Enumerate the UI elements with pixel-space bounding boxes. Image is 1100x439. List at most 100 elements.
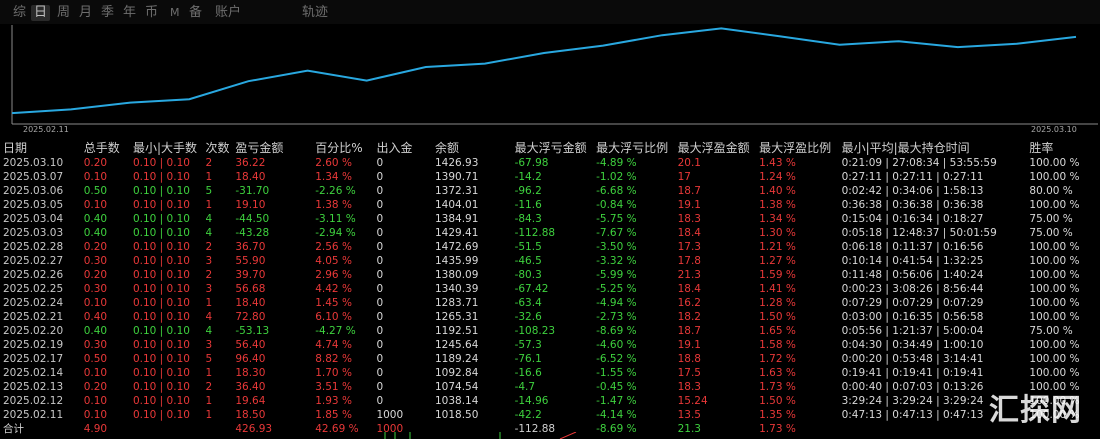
cell-win-rate: 100.00 %	[1029, 311, 1080, 323]
tab-monthly[interactable]: 月	[79, 5, 92, 21]
cell-max-float-profit: 20.1	[677, 157, 701, 169]
cell-deposit: 0	[376, 269, 384, 281]
table-row[interactable]: 2025.03.03 0.40 0.10 | 0.10 4 -43.28 -2.94 % 0…	[0, 226, 1100, 240]
table-row[interactable]: 2025.02.19 0.30 0.10 | 0.10 3 56.40 4.74 % 0 12…	[0, 338, 1100, 352]
cell-max-float-profit-pct: 1.28 %	[759, 297, 796, 309]
equity-chart: 2025.02.11 2025.03.10	[8, 24, 1098, 136]
header-total-lots[interactable]: 总手数	[81, 140, 130, 156]
table-row[interactable]: 2025.02.20 0.40 0.10 | 0.10 4 -53.13 -4.27 % 0…	[0, 324, 1100, 338]
cell-max-float-profit-pct: 1.34 %	[759, 213, 796, 225]
cell-win-rate: 100.00 %	[1029, 269, 1080, 281]
cell-deposit: 0	[376, 325, 384, 337]
table-row[interactable]: 2025.03.06 0.50 0.10 | 0.10 5 -31.70 -2.26 % 0…	[0, 184, 1100, 198]
table-row[interactable]: 2025.03.04 0.40 0.10 | 0.10 4 -44.50 -3.11 % 0…	[0, 212, 1100, 226]
cell-max-float-profit-pct: 1.21 %	[759, 241, 796, 253]
table-row[interactable]: 2025.02.25 0.30 0.10 | 0.10 3 56.68 4.42 % 0 13…	[0, 282, 1100, 296]
cell-max-float-loss: -14.96	[514, 395, 549, 407]
cell-count: 1	[205, 199, 213, 211]
header-win-rate[interactable]: 胜率	[1026, 140, 1100, 156]
table-row[interactable]: 2025.02.13 0.20 0.10 | 0.10 2 36.40 3.51 % 0 10…	[0, 380, 1100, 394]
table-row[interactable]: 2025.02.14 0.10 0.10 | 0.10 1 18.30 1.70 % 0 10…	[0, 366, 1100, 380]
table-row[interactable]: 2025.02.11 0.10 0.10 | 0.10 1 18.50 1.85 % 100…	[0, 408, 1100, 422]
cell-max-float-loss: -4.7	[514, 381, 536, 393]
table-row[interactable]: 2025.02.24 0.10 0.10 | 0.10 1 18.40 1.45 % 0 12…	[0, 296, 1100, 310]
header-max-float-profit[interactable]: 最大浮盈金额	[675, 140, 757, 156]
tab-daily[interactable]: 日	[31, 5, 51, 21]
cell-balance: 1384.91	[435, 213, 479, 225]
cell-max-float-loss-pct: -5.99 %	[596, 269, 637, 281]
cell-max-float-loss: -80.3	[514, 269, 542, 281]
cell-win-rate: 100.00 %	[1029, 297, 1080, 309]
tab-notes[interactable]: 备	[189, 5, 202, 21]
total-pnl: 426.93	[235, 423, 273, 435]
header-max-float-loss-pct[interactable]: 最大浮亏比例	[593, 140, 675, 156]
cell-hold-time: 0:05:56 | 1:21:37 | 5:00:04	[841, 325, 984, 337]
cell-total-lots: 0.40	[83, 227, 108, 239]
table-row[interactable]: 2025.03.07 0.10 0.10 | 0.10 1 18.40 1.34 % 0 13…	[0, 170, 1100, 184]
table-row[interactable]: 2025.03.10 0.20 0.10 | 0.10 2 36.22 2.60 % 0 14…	[0, 156, 1100, 170]
table-row[interactable]: 2025.02.21 0.40 0.10 | 0.10 4 72.80 6.10 % 0 12…	[0, 310, 1100, 324]
cell-total-lots: 0.10	[83, 395, 108, 407]
header-max-float-loss[interactable]: 最大浮亏金额	[512, 140, 594, 156]
cell-balance: 1435.99	[435, 255, 479, 267]
cell-win-rate: 100.00 %	[1029, 367, 1080, 379]
tick-mark	[559, 432, 577, 439]
cell-count: 5	[205, 185, 213, 197]
cell-max-float-profit-pct: 1.63 %	[759, 367, 796, 379]
cell-win-rate: 100.00 %	[1029, 241, 1080, 253]
cell-max-float-profit: 17.5	[677, 367, 701, 379]
cell-percent: -2.94 %	[315, 227, 356, 239]
cell-date: 2025.03.03	[3, 227, 64, 239]
tab-account[interactable]: 账户	[215, 5, 241, 21]
header-hold-time[interactable]: 最小|平均|最大持仓时间	[839, 140, 1027, 156]
cell-count: 1	[205, 395, 213, 407]
cell-total-lots: 0.30	[83, 255, 108, 267]
cell-percent: -2.26 %	[315, 185, 356, 197]
cell-max-float-loss-pct: -4.60 %	[596, 339, 637, 351]
cell-max-float-loss: -67.42	[514, 283, 549, 295]
cell-max-float-profit: 19.1	[677, 199, 701, 211]
tab-symbol[interactable]: 币	[145, 5, 158, 21]
cell-max-float-loss: -67.98	[514, 157, 549, 169]
total-max-float-profit-pct: 1.73 %	[759, 423, 796, 435]
header-balance[interactable]: 余额	[432, 140, 512, 156]
tab-overview[interactable]: 综	[13, 5, 26, 21]
header-date[interactable]: 日期	[0, 140, 81, 156]
cell-max-float-loss-pct: -1.55 %	[596, 367, 637, 379]
cell-date: 2025.02.27	[3, 255, 64, 267]
tab-yearly[interactable]: 年	[123, 5, 136, 21]
table-row[interactable]: 2025.02.28 0.20 0.10 | 0.10 2 36.70 2.56 % 0 14…	[0, 240, 1100, 254]
tab-trajectory[interactable]: 轨迹	[302, 5, 328, 21]
cell-pnl: 19.64	[235, 395, 266, 407]
cell-minmax-lots: 0.10 | 0.10	[132, 325, 190, 337]
header-pnl[interactable]: 盈亏金额	[232, 140, 312, 156]
table-header-row: 日期 总手数 最小|大手数 次数 盈亏金额 百分比% 出入金 余额 最大浮亏金额…	[0, 140, 1100, 156]
tab-quarterly[interactable]: 季	[101, 5, 114, 21]
header-percent[interactable]: 百分比%	[312, 140, 373, 156]
cell-balance: 1390.71	[435, 171, 479, 183]
cell-pnl: 39.70	[235, 269, 266, 281]
cell-deposit: 0	[376, 157, 384, 169]
tab-magic[interactable]: M	[170, 5, 180, 21]
table-row[interactable]: 2025.02.26 0.20 0.10 | 0.10 2 39.70 2.96 % 0 13…	[0, 268, 1100, 282]
cell-pnl: 18.50	[235, 409, 266, 421]
cell-max-float-loss: -57.3	[514, 339, 542, 351]
header-max-float-profit-pct[interactable]: 最大浮盈比例	[756, 140, 838, 156]
cell-max-float-loss-pct: -6.68 %	[596, 185, 637, 197]
cell-win-rate: 100.00 %	[1029, 199, 1080, 211]
cell-count: 2	[205, 241, 213, 253]
cell-date: 2025.03.04	[3, 213, 64, 225]
cell-max-float-loss: -96.2	[514, 185, 542, 197]
table-row[interactable]: 2025.02.17 0.50 0.10 | 0.10 5 96.40 8.82 % 0 11…	[0, 352, 1100, 366]
table-row[interactable]: 2025.03.05 0.10 0.10 | 0.10 1 19.10 1.38 % 0 14…	[0, 198, 1100, 212]
tab-weekly[interactable]: 周	[57, 5, 70, 21]
table-row[interactable]: 2025.02.27 0.30 0.10 | 0.10 3 55.90 4.05 % 0 14…	[0, 254, 1100, 268]
cell-minmax-lots: 0.10 | 0.10	[132, 311, 190, 323]
header-count[interactable]: 次数	[203, 140, 233, 156]
cell-hold-time: 0:36:38 | 0:36:38 | 0:36:38	[841, 199, 984, 211]
header-deposit[interactable]: 出入金	[373, 140, 432, 156]
header-minmax-lots[interactable]: 最小|大手数	[130, 140, 203, 156]
table-row[interactable]: 2025.02.12 0.10 0.10 | 0.10 1 19.64 1.93 % 0 10…	[0, 394, 1100, 408]
cell-max-float-profit: 18.4	[677, 283, 701, 295]
cell-total-lots: 0.20	[83, 157, 108, 169]
